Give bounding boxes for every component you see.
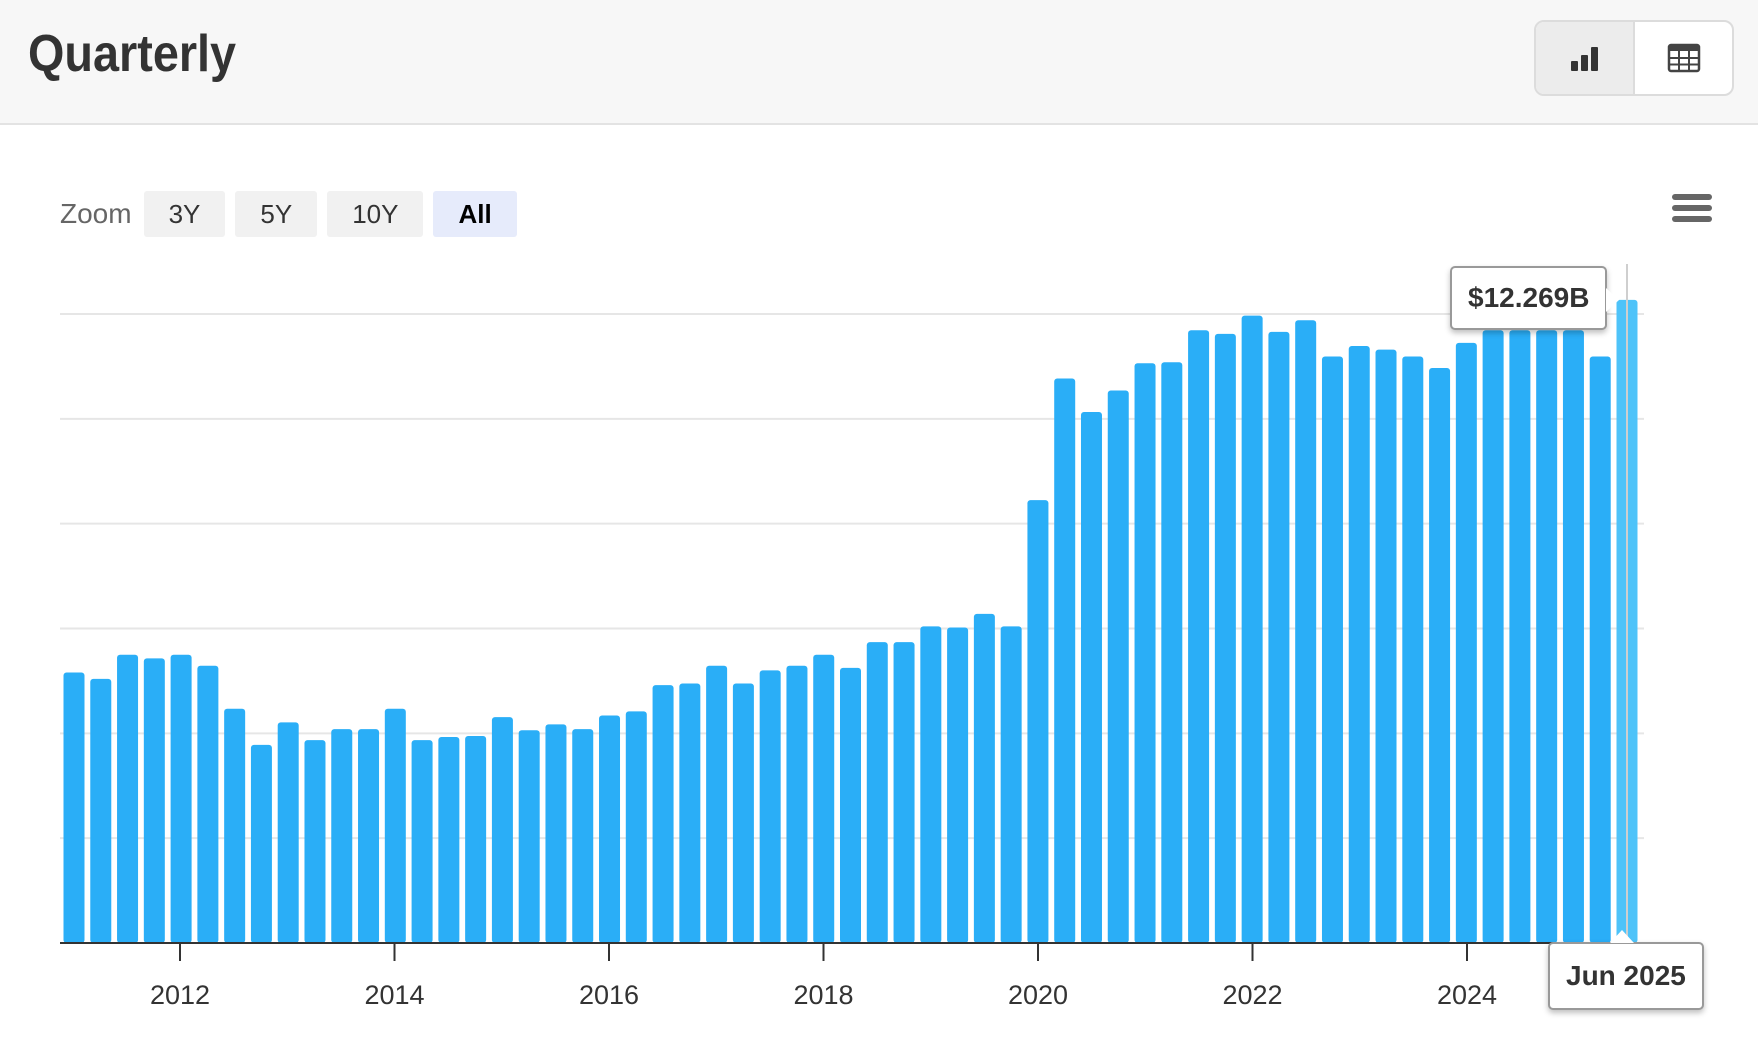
- bar-chart: 2012 2014 2016 2018 2020 2022 2024: [60, 264, 1644, 1010]
- bar-mar-2019[interactable]: [947, 627, 969, 943]
- x-tick-label: 2020: [1008, 980, 1068, 1010]
- bar-jun-2022[interactable]: [1295, 320, 1317, 943]
- bar-sep-2019[interactable]: [1000, 626, 1022, 943]
- bar-mar-2020[interactable]: [1054, 378, 1076, 943]
- bar-mar-2016[interactable]: [625, 711, 647, 943]
- bar-jun-2020[interactable]: [1080, 412, 1102, 943]
- bar-sep-2021[interactable]: [1214, 333, 1236, 943]
- bar-mar-2024[interactable]: [1482, 330, 1504, 944]
- bar-dec-2021[interactable]: [1241, 315, 1263, 943]
- bar-sep-2012[interactable]: [250, 744, 272, 943]
- bar-dec-2018[interactable]: [920, 626, 942, 943]
- bar-jun-2013[interactable]: [331, 729, 353, 943]
- bar-dec-2022[interactable]: [1348, 345, 1370, 944]
- bar-jun-2018[interactable]: [866, 642, 888, 943]
- bar-jun-2016[interactable]: [652, 685, 674, 943]
- bar-mar-2017[interactable]: [732, 683, 754, 943]
- bar-mar-2011[interactable]: [90, 678, 112, 943]
- bar-mar-2015[interactable]: [518, 730, 540, 943]
- bar-jun-2011[interactable]: [117, 654, 139, 943]
- bar-jun-2021[interactable]: [1188, 330, 1210, 944]
- bar-sep-2020[interactable]: [1107, 390, 1129, 943]
- bar-dec-2015[interactable]: [599, 715, 621, 943]
- bar-jun-2023[interactable]: [1402, 356, 1424, 943]
- x-tick-label: 2018: [793, 980, 853, 1010]
- bar-sep-2023[interactable]: [1429, 367, 1451, 944]
- bar-sep-2022[interactable]: [1321, 356, 1343, 943]
- bar-jun-2012[interactable]: [224, 708, 246, 943]
- bar-sep-2024[interactable]: [1536, 330, 1558, 944]
- bar-sep-2013[interactable]: [358, 729, 380, 943]
- bar-sep-2016[interactable]: [679, 683, 701, 943]
- x-axis-ticks: 2012 2014 2016 2018 2020 2022 2024: [150, 943, 1497, 1010]
- bar-mar-2022[interactable]: [1268, 331, 1290, 943]
- bar-dec-2017[interactable]: [813, 654, 835, 943]
- bar-sep-2018[interactable]: [893, 642, 915, 943]
- x-tick-label: 2022: [1222, 980, 1282, 1010]
- bar-dec-2019[interactable]: [1027, 500, 1049, 943]
- bar-jun-2024[interactable]: [1509, 330, 1531, 944]
- bars: [63, 299, 1638, 944]
- bar-mar-2014[interactable]: [411, 740, 433, 943]
- x-tick-label: 2024: [1437, 980, 1497, 1010]
- bar-mar-2012[interactable]: [197, 665, 219, 943]
- bar-mar-2023[interactable]: [1375, 349, 1397, 944]
- bar-jun-2015[interactable]: [545, 724, 567, 943]
- bar-jun-2019[interactable]: [973, 613, 995, 943]
- bar-dec-2012[interactable]: [277, 722, 299, 943]
- bar-jun-2014[interactable]: [438, 737, 460, 943]
- bar-dec-2011[interactable]: [170, 654, 192, 943]
- value-tooltip: $12.269B: [1450, 266, 1620, 330]
- bar-sep-2011[interactable]: [143, 658, 165, 943]
- bar-sep-2017[interactable]: [786, 665, 808, 943]
- bar-sep-2014[interactable]: [465, 735, 487, 943]
- bar-dec-2023[interactable]: [1455, 342, 1477, 943]
- x-tick-label: 2016: [579, 980, 639, 1010]
- bar-dec-2020[interactable]: [1134, 363, 1156, 943]
- x-tick-label: 2012: [150, 980, 210, 1010]
- bar-sep-2015[interactable]: [572, 729, 594, 943]
- bar-mar-2013[interactable]: [304, 740, 326, 943]
- bar-dec-2016[interactable]: [706, 665, 728, 943]
- bar-jun-2017[interactable]: [759, 670, 781, 943]
- bar-mar-2018[interactable]: [840, 667, 861, 943]
- date-crosshair-label: Jun 2025: [1548, 930, 1704, 1010]
- bar-mar-2021[interactable]: [1161, 362, 1183, 943]
- bar-dec-2010[interactable]: [63, 672, 85, 943]
- bar-dec-2024[interactable]: [1562, 330, 1584, 944]
- bar-dec-2014[interactable]: [491, 717, 513, 943]
- x-tick-label: 2014: [364, 980, 424, 1010]
- bar-dec-2013[interactable]: [384, 708, 406, 943]
- bar-mar-2025[interactable]: [1589, 356, 1611, 943]
